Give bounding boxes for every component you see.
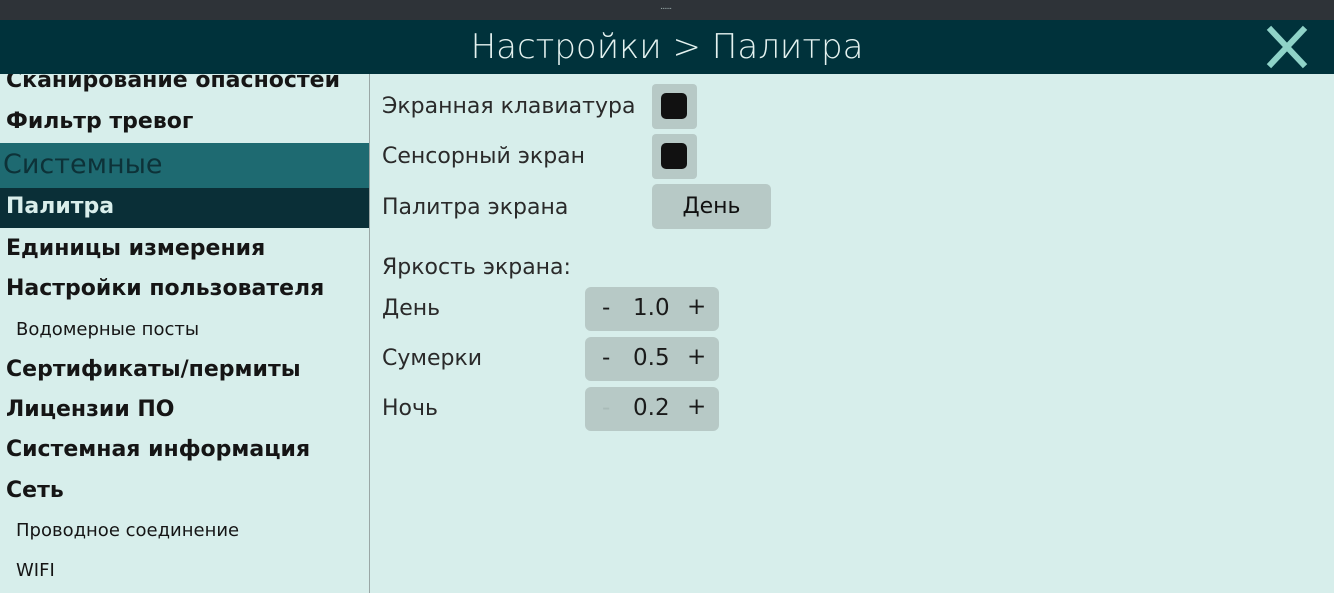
close-icon[interactable] — [1262, 22, 1312, 72]
drag-handle[interactable]: ...... — [660, 2, 672, 12]
sidebar-item-wired[interactable]: Проводное соединение — [16, 520, 239, 541]
sidebar-item-certificates[interactable]: Сертификаты/пермиты — [6, 357, 301, 382]
header: Настройки > Палитра — [0, 20, 1334, 74]
sidebar-section-system: Системные — [0, 143, 369, 188]
touch-screen-checkbox[interactable] — [652, 134, 697, 179]
palette-label: Палитра экрана — [382, 195, 569, 220]
sidebar-item-palette[interactable]: Палитра — [0, 188, 369, 228]
sidebar-item-units[interactable]: Единицы измерения — [6, 236, 265, 261]
sidebar: Сканирование опасностей Фильтр тревог Си… — [0, 74, 370, 593]
increment-button[interactable]: + — [687, 294, 706, 320]
sidebar-item-hazard-scan[interactable]: Сканирование опасностей — [6, 74, 340, 93]
page-title: Настройки > Палитра — [470, 27, 864, 67]
touch-screen-label: Сенсорный экран — [382, 144, 586, 169]
brightness-dusk-stepper: - 0.5 + — [585, 337, 719, 381]
brightness-day-stepper: - 1.0 + — [585, 287, 719, 331]
sidebar-item-network[interactable]: Сеть — [6, 478, 64, 503]
sidebar-item-wifi[interactable]: WIFI — [16, 560, 55, 581]
onscreen-keyboard-label: Экранная клавиатура — [382, 94, 636, 119]
stepper-value: 1.0 — [633, 295, 670, 321]
decrement-button-disabled: - — [602, 395, 611, 421]
sidebar-item-user-settings[interactable]: Настройки пользователя — [6, 276, 324, 301]
window-titlebar: ...... — [0, 0, 1334, 20]
brightness-day-label: День — [382, 296, 441, 321]
onscreen-keyboard-checkbox[interactable] — [652, 84, 697, 129]
stepper-value: 0.2 — [633, 395, 670, 421]
brightness-night-label: Ночь — [382, 396, 438, 421]
increment-button[interactable]: + — [687, 344, 706, 370]
sidebar-item-water-gauges[interactable]: Водомерные посты — [16, 319, 199, 340]
decrement-button[interactable]: - — [602, 295, 610, 321]
sidebar-item-system-info[interactable]: Системная информация — [6, 437, 310, 462]
brightness-dusk-label: Сумерки — [382, 346, 483, 371]
sidebar-item-alarm-filter[interactable]: Фильтр тревог — [6, 109, 193, 134]
stepper-value: 0.5 — [633, 345, 670, 371]
increment-button[interactable]: + — [687, 394, 706, 420]
decrement-button[interactable]: - — [602, 345, 610, 371]
brightness-night-stepper: - 0.2 + — [585, 387, 719, 431]
palette-select-button[interactable]: День — [652, 184, 771, 229]
sidebar-item-licenses[interactable]: Лицензии ПО — [6, 397, 175, 422]
brightness-label: Яркость экрана: — [382, 255, 571, 280]
